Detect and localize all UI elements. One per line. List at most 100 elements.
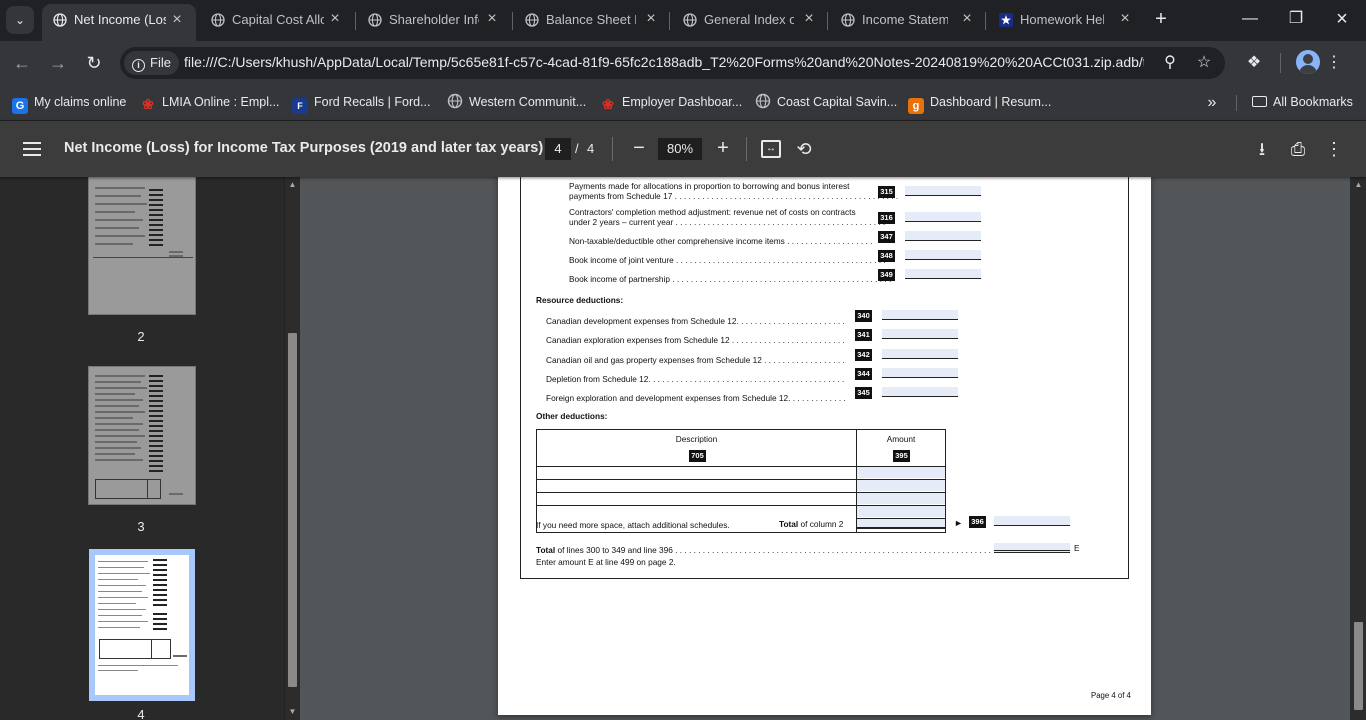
scroll-down-icon[interactable]: ▼: [288, 707, 297, 716]
line-342-field[interactable]: [882, 349, 958, 359]
zoom-in-icon[interactable]: +: [712, 137, 734, 159]
more-options-icon[interactable]: ⋮: [1322, 137, 1346, 161]
tab-homework-help[interactable]: Homework Help ×: [988, 5, 1142, 35]
page-thumbnail-2[interactable]: [88, 177, 196, 315]
close-icon[interactable]: ×: [642, 10, 660, 28]
amount-cell[interactable]: [857, 506, 945, 517]
amount-cell[interactable]: [857, 467, 945, 478]
code-box: 348: [878, 250, 895, 262]
site-info-chip[interactable]: i File: [124, 51, 179, 75]
bookmark-employer[interactable]: ❀ Employer Dashboar...: [600, 92, 742, 112]
zoom-magnifier-icon[interactable]: ⚲: [1159, 52, 1181, 74]
bookmark-western[interactable]: Western Communit...: [447, 92, 586, 112]
tab-net-income[interactable]: Net Income (Los ×: [42, 4, 196, 41]
line-316-label: Contractors' completion method adjustmen…: [569, 207, 886, 227]
scroll-up-icon[interactable]: ▲: [1354, 180, 1363, 189]
scroll-up-icon[interactable]: ▲: [288, 180, 297, 189]
line-345-label: Foreign exploration and development expe…: [546, 393, 846, 403]
viewer-scrollbar[interactable]: ▲: [1350, 177, 1366, 720]
line-341-field[interactable]: [882, 329, 958, 339]
thumbnail-sidebar: 2 3 4: [0, 177, 284, 720]
tab-separator: [985, 12, 986, 30]
bookmark-dashboard[interactable]: g Dashboard | Resum...: [908, 92, 1051, 114]
forward-icon[interactable]: →: [46, 51, 70, 75]
page-thumbnail-4[interactable]: [89, 549, 195, 701]
profile-avatar[interactable]: [1296, 50, 1320, 74]
description-cell[interactable]: [537, 493, 856, 504]
tab-shareholder-info[interactable]: Shareholder Info ×: [357, 5, 511, 35]
minimize-icon[interactable]: —: [1239, 8, 1261, 30]
code-box: 315: [878, 186, 895, 198]
tab-strip: ⌄ Net Income (Los × Capital Cost Allo × …: [0, 0, 1366, 41]
page-thumbnail-3[interactable]: [88, 366, 196, 505]
code-box: 344: [855, 368, 872, 380]
viewer-scroll-thumb[interactable]: [1354, 622, 1363, 710]
url-text[interactable]: file:///C:/Users/khush/AppData/Local/Tem…: [184, 54, 1144, 70]
download-icon[interactable]: ⭳: [1250, 137, 1274, 161]
restore-icon[interactable]: ❐: [1285, 8, 1307, 30]
description-cell[interactable]: [537, 480, 856, 491]
line-396-field[interactable]: [994, 516, 1070, 526]
rotate-icon[interactable]: ⟲: [793, 138, 815, 160]
bookmark-ford[interactable]: F Ford Recalls | Ford...: [292, 92, 431, 114]
tab-balance-sheet[interactable]: Balance Sheet In ×: [514, 5, 668, 35]
sidebar-scrollbar[interactable]: ▲ ▼: [285, 177, 300, 720]
resource-deductions-title: Resource deductions:: [536, 295, 624, 305]
pdf-viewer[interactable]: Payments made for allocations in proport…: [300, 177, 1350, 720]
browser-toolbar: ← → ↻ i File file:///C:/Users/khush/AppDa…: [0, 41, 1366, 85]
tab-search-button[interactable]: ⌄: [6, 6, 34, 34]
bookmark-label: Western Communit...: [469, 95, 587, 109]
print-icon[interactable]: ⎙: [1286, 137, 1310, 161]
tab-capital-cost[interactable]: Capital Cost Allo ×: [200, 5, 354, 35]
reload-icon[interactable]: ↻: [82, 51, 106, 75]
line-347-field[interactable]: [905, 231, 981, 241]
line-316-field[interactable]: [905, 212, 981, 222]
total-column-field[interactable]: [857, 518, 945, 529]
code-box: 705: [689, 450, 706, 462]
new-tab-button[interactable]: +: [1151, 9, 1171, 31]
line-344-field[interactable]: [882, 368, 958, 378]
description-cell[interactable]: [537, 506, 856, 517]
address-bar[interactable]: i File file:///C:/Users/khush/AppData/Loc…: [120, 47, 1225, 79]
line-348-field[interactable]: [905, 250, 981, 260]
sidebar-scroll-thumb[interactable]: [288, 333, 297, 687]
description-cell[interactable]: [537, 467, 856, 478]
line-315-field[interactable]: [905, 186, 981, 196]
tab-general-index[interactable]: General Index of ×: [672, 5, 826, 35]
tab-income-statement[interactable]: Income Stateme ×: [830, 5, 984, 35]
bookmark-my-claims[interactable]: G My claims online: [12, 92, 126, 114]
amount-cell[interactable]: [857, 480, 945, 491]
all-bookmarks-button[interactable]: All Bookmarks: [1252, 92, 1353, 112]
other-deductions-title: Other deductions:: [536, 411, 608, 421]
chevron-more-icon[interactable]: »: [1202, 93, 1222, 113]
line-340-field[interactable]: [882, 310, 958, 320]
hamburger-menu-icon[interactable]: [20, 137, 44, 161]
close-icon[interactable]: ×: [326, 10, 344, 28]
line-345-field[interactable]: [882, 387, 958, 397]
extensions-icon[interactable]: ❖: [1242, 51, 1266, 75]
bookmark-coast-capital[interactable]: Coast Capital Savin...: [755, 92, 897, 112]
total-e-field[interactable]: [994, 543, 1070, 553]
line-349-field[interactable]: [905, 269, 981, 279]
back-icon[interactable]: ←: [10, 51, 34, 75]
kebab-menu-icon[interactable]: ⋮: [1322, 51, 1346, 75]
page-total: 4: [587, 141, 595, 156]
page-number-input[interactable]: 4: [545, 138, 571, 160]
bookmark-label: Ford Recalls | Ford...: [314, 95, 431, 109]
bookmark-star-icon[interactable]: ☆: [1193, 52, 1215, 74]
close-icon[interactable]: ×: [168, 11, 186, 29]
close-icon[interactable]: ×: [1116, 10, 1134, 28]
window-close-icon[interactable]: ×: [1331, 8, 1353, 30]
zoom-out-icon[interactable]: −: [628, 137, 650, 159]
line-341-label: Canadian exploration expenses from Sched…: [546, 335, 845, 345]
tab-title: Balance Sheet In: [546, 12, 636, 27]
close-icon[interactable]: ×: [958, 10, 976, 28]
globe-icon: [447, 93, 463, 109]
close-icon[interactable]: ×: [483, 10, 501, 28]
close-icon[interactable]: ×: [800, 10, 818, 28]
amount-cell[interactable]: [857, 493, 945, 504]
zoom-level-input[interactable]: 80%: [658, 138, 702, 160]
total-e-letter: E: [1074, 543, 1080, 553]
fit-to-page-icon[interactable]: ↔: [761, 140, 781, 158]
bookmark-lmia[interactable]: ❀ LMIA Online : Empl...: [140, 92, 279, 112]
